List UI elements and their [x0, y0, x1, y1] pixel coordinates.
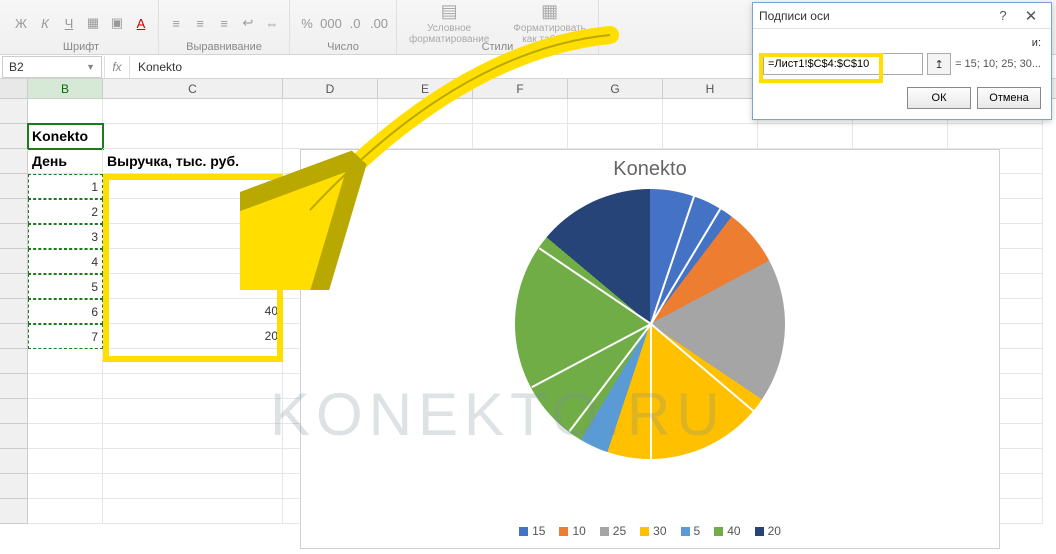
bold-icon[interactable]: Ж — [12, 14, 30, 32]
underline-icon[interactable]: Ч — [60, 14, 78, 32]
name-box-value: B2 — [9, 60, 24, 74]
ribbon-group-label: Число — [327, 39, 359, 53]
name-box[interactable]: B2 ▼ — [2, 56, 102, 78]
col-header[interactable]: H — [663, 79, 758, 98]
ribbon-group-label: Стили — [482, 39, 514, 53]
collapse-dialog-icon[interactable]: ↥ — [927, 53, 951, 75]
ribbon-group-label: Выравнивание — [186, 39, 262, 53]
ribbon-group-label: Шрифт — [63, 39, 99, 53]
border-icon[interactable]: ▦ — [84, 14, 102, 32]
table-icon: ▦ — [541, 1, 558, 22]
wrap-icon[interactable]: ↩ — [239, 14, 257, 32]
legend-swatch — [600, 527, 609, 536]
legend-swatch — [519, 527, 528, 536]
legend-label: 25 — [613, 524, 626, 538]
col-header[interactable]: F — [473, 79, 568, 98]
chevron-down-icon: ▼ — [86, 62, 95, 72]
ribbon-group-font: Ж К Ч ▦ ▣ А Шрифт — [4, 0, 159, 54]
legend-item: 40 — [714, 524, 740, 538]
legend-item: 15 — [519, 524, 545, 538]
ok-button[interactable]: ОК — [907, 87, 971, 109]
axis-labels-dialog: Подписи оси ? ✕ и: ↥ = 15; 10; 25; 30...… — [752, 2, 1052, 120]
legend-label: 40 — [727, 524, 740, 538]
legend-swatch — [559, 527, 568, 536]
cell-rev[interactable]: 20 — [103, 324, 283, 349]
range-preview: = 15; 10; 25; 30... — [955, 58, 1041, 70]
legend-swatch — [681, 527, 690, 536]
cell-day[interactable]: 1 — [28, 174, 103, 199]
select-all-corner[interactable] — [0, 79, 28, 98]
italic-icon[interactable]: К — [36, 14, 54, 32]
spreadsheet-grid[interactable]: Konekto День Выручка, тыс. руб. 1 15 2 1… — [0, 99, 1056, 554]
dialog-title-text: Подписи оси — [759, 9, 830, 23]
cancel-button[interactable]: Отмена — [977, 87, 1041, 109]
comma-icon[interactable]: 000 — [322, 14, 340, 32]
help-button[interactable]: ? — [989, 6, 1017, 26]
cell-rev[interactable]: 40 — [103, 299, 283, 324]
cell-rev[interactable]: 15 — [103, 174, 283, 199]
legend-item: 20 — [755, 524, 781, 538]
axis-range-input[interactable] — [763, 53, 923, 75]
chart-title: Konekto — [301, 150, 999, 189]
cell-header-rev[interactable]: Выручка, тыс. руб. — [103, 149, 283, 174]
col-header[interactable]: E — [378, 79, 473, 98]
fill-color-icon[interactable]: ▣ — [108, 14, 126, 32]
cell-day[interactable]: 6 — [28, 299, 103, 324]
align-mid-icon[interactable]: ≡ — [191, 14, 209, 32]
cell-header-day[interactable]: День — [28, 149, 103, 174]
legend-label: 5 — [694, 524, 701, 538]
col-header[interactable]: D — [283, 79, 378, 98]
close-button[interactable]: ✕ — [1017, 6, 1045, 26]
ribbon-group-number: % 000 .0 .00 Число — [290, 0, 397, 54]
legend-item: 10 — [559, 524, 585, 538]
legend-label: 30 — [653, 524, 666, 538]
col-header[interactable]: C — [103, 79, 283, 98]
legend-item: 30 — [640, 524, 666, 538]
legend-item: 25 — [600, 524, 626, 538]
chart-legend: 15 10 25 30 5 40 20 — [301, 524, 999, 538]
ribbon-group-align: ≡ ≡ ≡ ↩ ⇔ Выравнивание — [159, 0, 290, 54]
format-as-table-button[interactable]: ▦ Форматировать как таблицу — [509, 1, 590, 45]
col-header[interactable]: B — [28, 79, 103, 98]
merge-icon[interactable]: ⇔ — [263, 14, 281, 32]
legend-swatch — [714, 527, 723, 536]
legend-label: 15 — [532, 524, 545, 538]
cell-rev[interactable]: 10 — [103, 199, 283, 224]
col-header[interactable]: G — [568, 79, 663, 98]
cell-day[interactable]: 3 — [28, 224, 103, 249]
cell-rev[interactable]: 30 — [103, 249, 283, 274]
dec-dec-icon[interactable]: .00 — [370, 14, 388, 32]
fx-icon[interactable]: fx — [104, 56, 130, 78]
legend-label: 20 — [768, 524, 781, 538]
cell-title[interactable]: Konekto — [28, 124, 103, 149]
cell-day[interactable]: 2 — [28, 199, 103, 224]
cell-rev[interactable]: 25 — [103, 224, 283, 249]
percent-icon[interactable]: % — [298, 14, 316, 32]
cell-rev[interactable]: 5 — [103, 274, 283, 299]
align-top-icon[interactable]: ≡ — [167, 14, 185, 32]
inc-dec-icon[interactable]: .0 — [346, 14, 364, 32]
legend-swatch — [640, 527, 649, 536]
align-bot-icon[interactable]: ≡ — [215, 14, 233, 32]
conditional-format-button[interactable]: ▤ Условное форматирование — [405, 1, 493, 45]
cell-day[interactable]: 7 — [28, 324, 103, 349]
legend-item: 5 — [681, 524, 701, 538]
font-color-icon[interactable]: А — [132, 14, 150, 32]
cell-day[interactable]: 4 — [28, 249, 103, 274]
dialog-field-label: и: — [763, 37, 1041, 49]
legend-swatch — [755, 527, 764, 536]
cond-format-icon: ▤ — [441, 1, 458, 22]
pie-chart[interactable]: Konekto 15 10 25 30 5 40 20 — [300, 149, 1000, 549]
dialog-titlebar[interactable]: Подписи оси ? ✕ — [753, 3, 1051, 29]
ribbon-group-styles: ▤ Условное форматирование ▦ Форматироват… — [397, 0, 599, 54]
cell-day[interactable]: 5 — [28, 274, 103, 299]
legend-label: 10 — [572, 524, 585, 538]
